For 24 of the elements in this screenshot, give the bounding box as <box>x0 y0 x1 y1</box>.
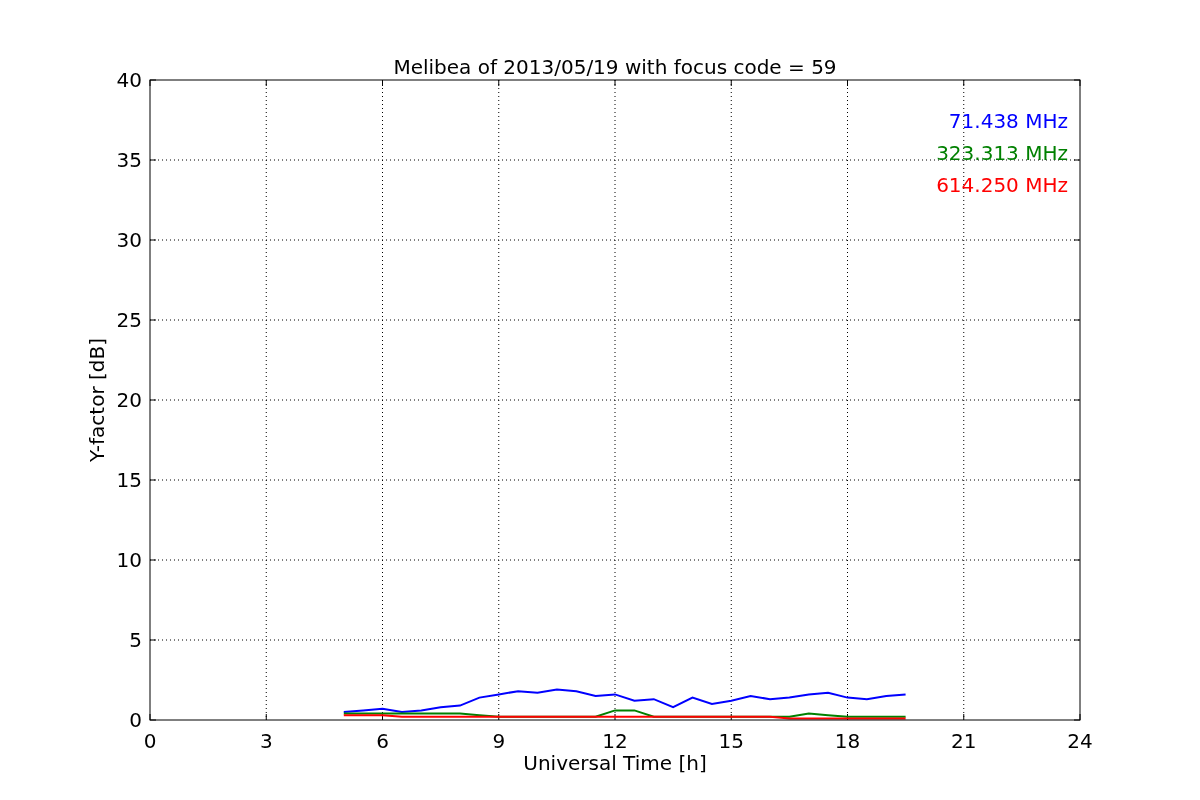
y-tick-label: 35 <box>116 148 142 172</box>
y-tick-label: 40 <box>116 68 142 92</box>
x-tick-label: 6 <box>376 729 389 753</box>
y-tick-label: 20 <box>116 388 142 412</box>
x-tick-label: 18 <box>834 729 861 753</box>
chart-title: Melibea of 2013/05/19 with focus code = 59 <box>393 55 837 79</box>
y-tick-label: 0 <box>129 708 142 732</box>
x-tick-label: 15 <box>718 729 744 753</box>
y-tick-label: 25 <box>116 308 142 332</box>
x-tick-label: 9 <box>492 729 506 753</box>
x-axis-label: Universal Time [h] <box>523 751 707 775</box>
x-tick-label: 21 <box>951 729 977 753</box>
y-tick-label: 15 <box>116 468 142 492</box>
y-tick-label: 5 <box>129 628 142 652</box>
legend-label: 323.313 MHz <box>936 141 1068 165</box>
x-tick-label: 12 <box>602 729 628 753</box>
x-tick-label: 24 <box>1067 729 1093 753</box>
legend-label: 71.438 MHz <box>948 109 1068 133</box>
y-tick-label: 10 <box>116 548 142 572</box>
x-tick-label: 0 <box>143 729 157 753</box>
y-tick-label: 30 <box>116 228 142 252</box>
x-tick-label: 3 <box>259 729 273 753</box>
legend-label: 614.250 MHz <box>936 173 1068 197</box>
y-axis-label: Y-factor [dB] <box>85 338 109 462</box>
